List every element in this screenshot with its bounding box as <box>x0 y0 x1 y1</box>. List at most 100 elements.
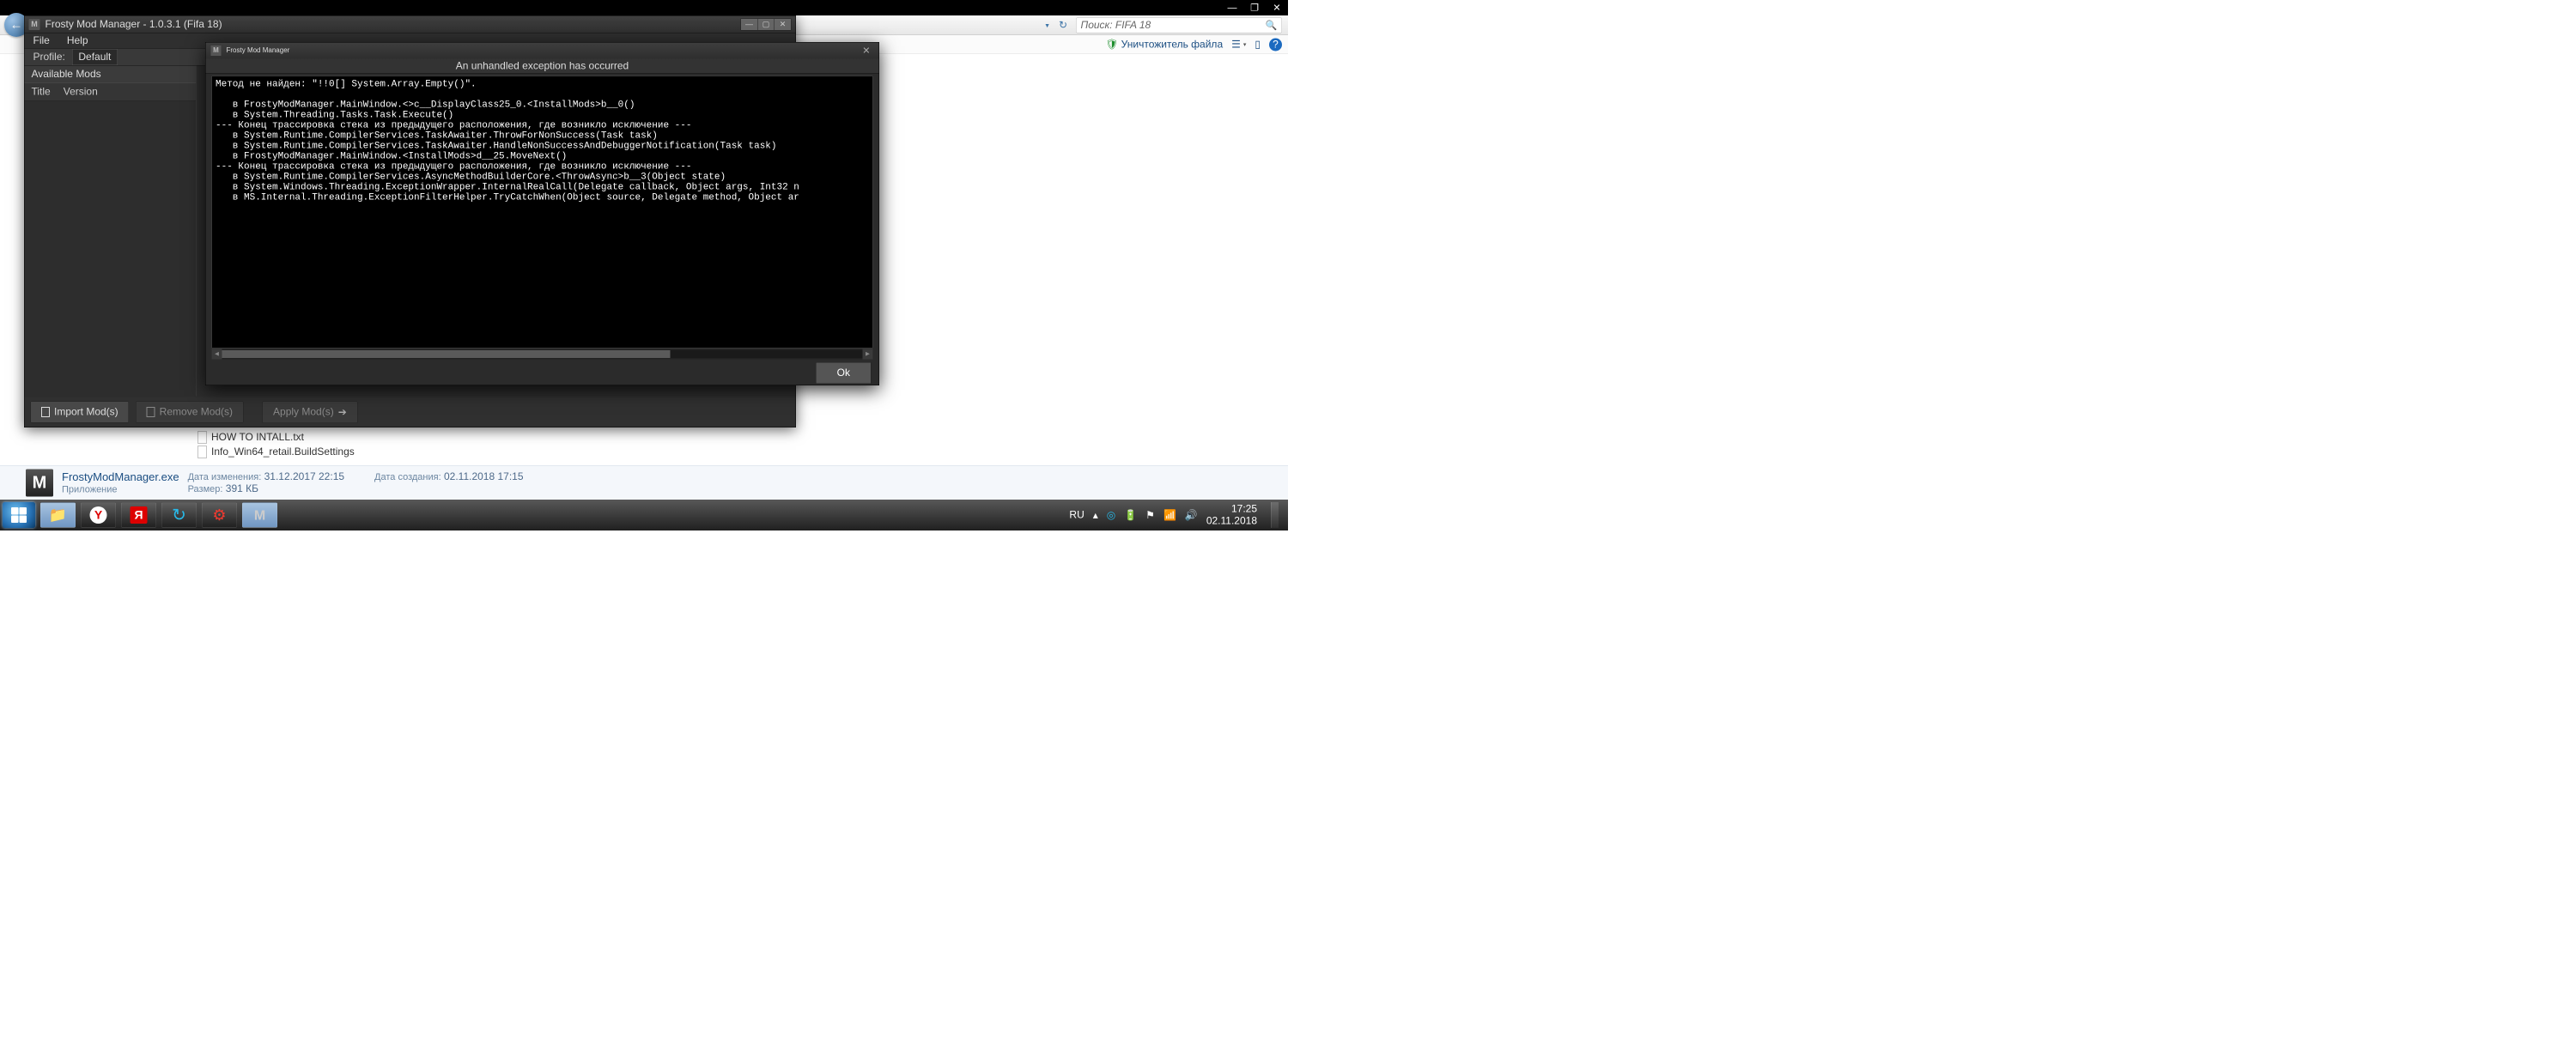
view-options-button[interactable]: ☰▾ <box>1231 39 1246 52</box>
network-icon[interactable]: 📶 <box>1163 509 1176 522</box>
details-created-value: 02.11.2018 17:15 <box>444 470 524 482</box>
scroll-track[interactable] <box>222 350 863 358</box>
circle-arrow-icon: ↻ <box>172 506 186 525</box>
folder-icon: 📁 <box>49 506 67 524</box>
frosty-logo-icon: M <box>211 45 222 56</box>
frosty-sidebar: Available Mods Title Version <box>25 66 197 397</box>
exception-stacktrace[interactable]: Метод не найден: "!!0[] System.Array.Emp… <box>212 76 873 349</box>
language-indicator[interactable]: RU <box>1069 509 1084 521</box>
frosty-task-icon: M <box>254 507 265 524</box>
profile-label: Profile: <box>33 51 65 63</box>
preview-pane-icon: ▯ <box>1255 39 1261 52</box>
ya-icon: Я <box>131 506 148 524</box>
apply-mods-label: Apply Mod(s) <box>273 406 334 418</box>
exception-title-text: Frosty Mod Manager <box>227 47 290 55</box>
explorer-search-input[interactable]: Поиск: FIFA 18 🔍 <box>1076 17 1282 33</box>
exception-header: An unhandled exception has occurred <box>206 59 879 74</box>
frosty-minimize-button[interactable]: — <box>741 18 758 30</box>
details-mod-value: 31.12.2017 22:15 <box>264 470 344 482</box>
outer-maximize-button[interactable]: ❐ <box>1244 2 1265 15</box>
file-row[interactable]: Info_Win64_retail.BuildSettings <box>197 445 355 459</box>
windows-logo-icon <box>11 507 27 523</box>
col-title[interactable]: Title <box>32 86 51 98</box>
exception-dialog: M Frosty Mod Manager ✕ An unhandled exce… <box>205 42 879 385</box>
apply-mods-button[interactable]: Apply Mod(s) ➔ <box>263 401 358 423</box>
frosty-bottom-bar: Import Mod(s) Remove Mod(s) Apply Mod(s)… <box>25 397 796 427</box>
exception-ok-button[interactable]: Ok <box>816 362 871 384</box>
flag-icon[interactable]: ⚑ <box>1145 509 1155 522</box>
refresh-button[interactable]: ↻ <box>1055 17 1071 33</box>
file-name: HOW TO INTALL.txt <box>211 430 304 445</box>
search-icon: 🔍 <box>1266 20 1278 31</box>
scroll-left-button[interactable]: ◄ <box>212 349 222 360</box>
help-icon: ? <box>1273 39 1279 51</box>
exception-close-button[interactable]: ✕ <box>859 45 873 57</box>
details-size-label: Размер: <box>188 483 223 494</box>
remove-icon <box>147 407 155 417</box>
refresh-icon: ↻ <box>1059 19 1067 32</box>
details-pane: M FrostyModManager.exe Приложение Дата и… <box>0 465 1288 500</box>
import-mods-button[interactable]: Import Mod(s) <box>31 402 130 423</box>
taskbar-item-app2[interactable]: ⚙ <box>202 503 237 528</box>
outer-minimize-button[interactable]: — <box>1222 2 1242 15</box>
gear-red-icon: ⚙ <box>212 506 226 524</box>
file-name: Info_Win64_retail.BuildSettings <box>211 445 355 459</box>
chevron-right-icon: ➔ <box>338 406 347 419</box>
preview-pane-button[interactable]: ▯ <box>1255 39 1261 52</box>
file-icon <box>197 432 207 444</box>
taskbar-item-yandex[interactable]: Y <box>81 503 116 528</box>
frosty-maximize-button[interactable]: ▢ <box>757 18 775 30</box>
available-mods-tab[interactable]: Available Mods <box>25 66 197 84</box>
app-icon: M <box>26 469 53 496</box>
file-destroyer-button[interactable]: 🛡 Уничтожитель файла <box>1105 39 1223 52</box>
yandex-icon: Y <box>90 506 107 524</box>
file-destroyer-label: Уничтожитель файла <box>1121 39 1223 51</box>
arrow-left-icon: ← <box>10 18 23 33</box>
chevron-down-icon: ▾ <box>1243 41 1247 49</box>
clock-time: 17:25 <box>1206 503 1257 515</box>
shield-icon: 🛡 <box>1105 39 1118 52</box>
taskbar: 📁 Y Я ↻ ⚙ M RU ▴ ◎ 🔋 ⚑ 📶 🔊 17:25 02.11.2… <box>0 500 1288 530</box>
remove-mods-label: Remove Mod(s) <box>160 406 233 418</box>
menu-help[interactable]: Help <box>67 34 88 46</box>
tray-chevron-up-icon[interactable]: ▴ <box>1093 509 1098 522</box>
exception-titlebar[interactable]: M Frosty Mod Manager ✕ <box>206 43 879 59</box>
details-size-value: 391 КБ <box>226 482 258 494</box>
remove-mods-button[interactable]: Remove Mod(s) <box>136 402 243 423</box>
taskbar-clock[interactable]: 17:25 02.11.2018 <box>1206 503 1257 527</box>
help-button[interactable]: ? <box>1269 38 1282 51</box>
scroll-thumb[interactable] <box>222 350 671 358</box>
details-file-name: FrostyModManager.exe <box>62 470 179 484</box>
file-row[interactable]: HOW TO INTALL.txt <box>197 430 355 445</box>
clock-date: 02.11.2018 <box>1206 515 1257 527</box>
battery-icon[interactable]: 🔋 <box>1124 509 1137 522</box>
profile-selector[interactable]: Default <box>72 49 118 65</box>
menu-file[interactable]: File <box>33 34 50 46</box>
show-desktop-button[interactable] <box>1271 502 1279 528</box>
search-placeholder: Поиск: FIFA 18 <box>1081 19 1151 31</box>
taskbar-item-app1[interactable]: ↻ <box>161 503 197 528</box>
history-dropdown-icon[interactable]: ▼ <box>1044 21 1050 28</box>
list-view-icon: ☰ <box>1231 39 1241 52</box>
import-mods-label: Import Mod(s) <box>54 406 118 418</box>
frosty-close-button[interactable]: ✕ <box>775 18 792 30</box>
col-version[interactable]: Version <box>64 86 98 98</box>
frosty-titlebar[interactable]: M Frosty Mod Manager - 1.0.3.1 (Fifa 18)… <box>25 16 796 33</box>
outer-close-button[interactable]: ✕ <box>1267 2 1287 15</box>
volume-icon[interactable]: 🔊 <box>1185 509 1198 522</box>
taskbar-item-ya[interactable]: Я <box>121 503 156 528</box>
exception-h-scrollbar[interactable]: ◄ ► <box>212 349 873 360</box>
system-tray: RU ▴ ◎ 🔋 ⚑ 📶 🔊 17:25 02.11.2018 <box>1069 502 1285 528</box>
details-mod-label: Дата изменения: <box>188 471 262 482</box>
taskbar-item-explorer[interactable]: 📁 <box>40 503 76 528</box>
tray-app-icon[interactable]: ◎ <box>1107 509 1115 522</box>
scroll-right-button[interactable]: ► <box>863 349 873 360</box>
details-created-label: Дата создания: <box>374 471 441 482</box>
frosty-logo-icon: M <box>29 19 40 30</box>
import-icon <box>41 407 50 417</box>
details-file-type: Приложение <box>62 484 179 495</box>
taskbar-item-frosty[interactable]: M <box>242 503 277 528</box>
start-button[interactable] <box>3 502 35 528</box>
mods-columns: Title Version <box>25 83 197 101</box>
frosty-title-text: Frosty Mod Manager - 1.0.3.1 (Fifa 18) <box>46 18 222 30</box>
